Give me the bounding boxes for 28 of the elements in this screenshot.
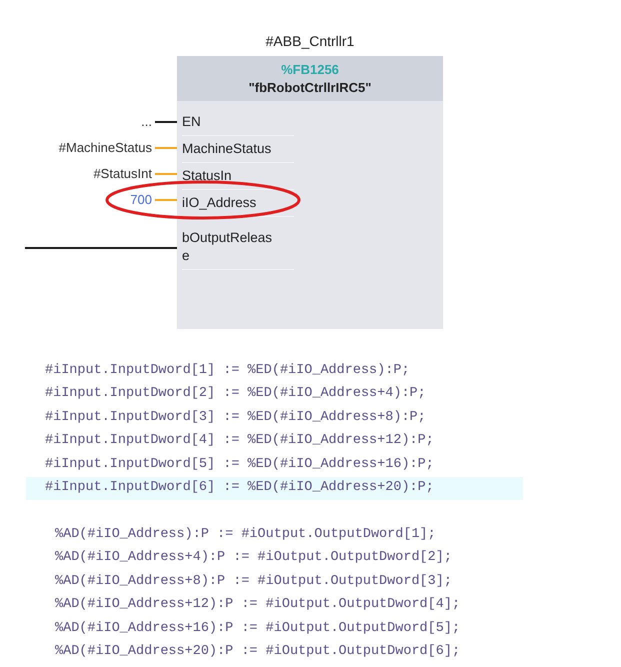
wire — [155, 121, 177, 123]
code-line: #iInput.InputDword[4] := %ED(#iIO_Address+12):P; — [44, 432, 434, 450]
wire — [155, 199, 177, 201]
code-line: %AD(#iIO_Address+20):P := #iOutput.OutputDword[6]; — [55, 643, 460, 662]
code-line: #iInput.InputDword[3] := %ED(#iIO_Address+8):P; — [44, 408, 426, 427]
code-line: %AD(#iIO_Address+12):P := #iOutput.OutputDword[4]; — [55, 596, 460, 614]
code-line: #iInput.InputDword[2] := %ED(#iIO_Address+4):P; — [44, 385, 426, 404]
code-line: #iInput.InputDword[6] := %ED(#iIO_Address+20):P; — [44, 479, 434, 498]
instance-name: #ABB_Cntrllr1 — [264, 32, 356, 50]
pin-value: 700 — [130, 191, 152, 210]
code-line: #iInput.InputDword[5] := %ED(#iIO_Address+16):P; — [44, 456, 434, 474]
pin-label: EN — [182, 113, 202, 131]
code-line: %AD(#iIO_Address+16):P := #iOutput.OutputDword[5]; — [55, 620, 460, 638]
pin-value: ... — [141, 113, 152, 132]
pin-label: StatusIn — [182, 167, 233, 185]
pin-label: MachineStatus — [182, 140, 272, 158]
pin-value: #StatusInt — [93, 165, 152, 184]
code-line: #iInput.InputDword[1] := %ED(#iIO_Address):P; — [44, 362, 410, 380]
block-name: "fbRobotCtrllrIRC5" — [248, 78, 372, 96]
pin-value: #MachineStatus — [58, 139, 152, 158]
pin-label: bOutputReleas e — [182, 229, 274, 265]
wire — [155, 147, 177, 149]
pin-label: iIO_Address — [182, 194, 258, 212]
code-line: %AD(#iIO_Address+4):P := #iOutput.OutputDword[2]; — [55, 549, 452, 568]
block-number: %FB1256 — [281, 60, 339, 78]
code-line: %AD(#iIO_Address+8):P := #iOutput.OutputDword[3]; — [55, 572, 452, 591]
code-line: %AD(#iIO_Address):P := #iOutput.OutputDword[1]; — [55, 526, 436, 544]
wire — [155, 173, 177, 175]
